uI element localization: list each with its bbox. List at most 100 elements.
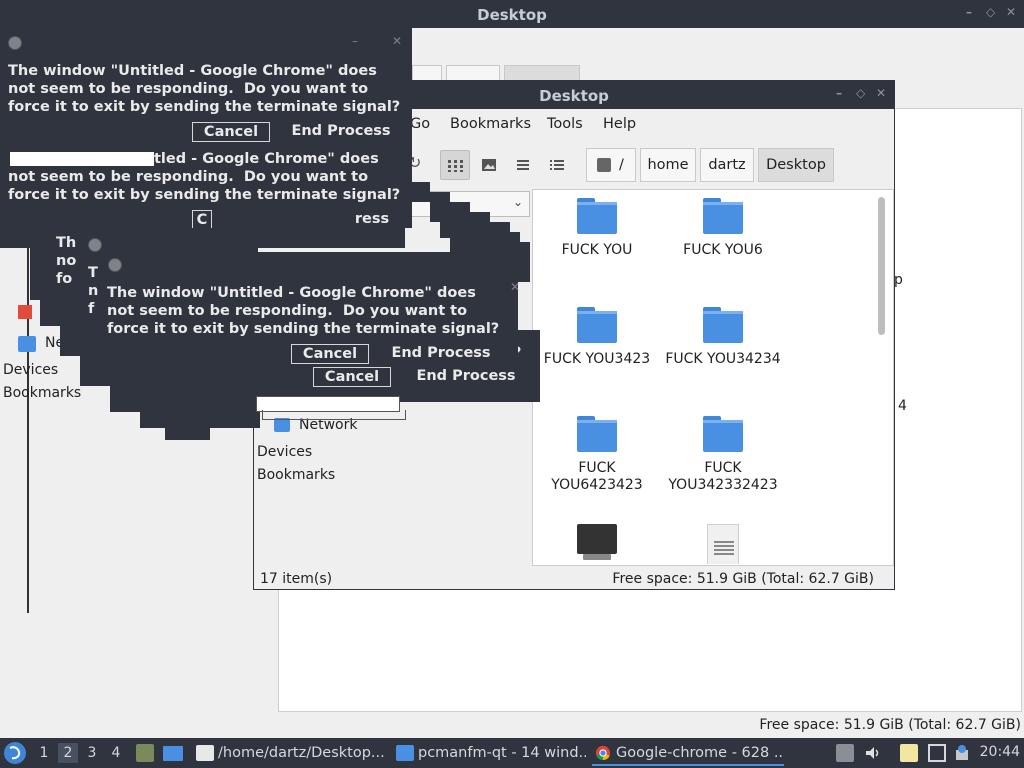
menu-help[interactable]: Help (603, 116, 636, 132)
file-item[interactable]: FUCK YOU342332423 (659, 416, 787, 494)
background-sidebar-bookmarks[interactable]: Bookmarks (3, 385, 81, 401)
menu-go[interactable]: Go (410, 116, 430, 132)
network-icon (18, 336, 36, 352)
scroll-up-icon[interactable] (836, 744, 854, 762)
chrome-icon (595, 745, 611, 761)
compact-view-button[interactable] (508, 150, 538, 180)
dialog-message-line: not seem to be responding. Do you want t… (8, 81, 369, 97)
path-home-button[interactable]: home (640, 148, 696, 182)
divider (27, 230, 29, 613)
end-process-button[interactable]: ress (350, 210, 394, 230)
volume-icon[interactable] (864, 744, 882, 762)
end-process-button[interactable]: End Process (407, 367, 525, 387)
file-item[interactable]: FUCK YOU3423 (533, 307, 661, 368)
dialog-message-fragment: T (88, 265, 98, 281)
cancel-button[interactable]: Cancel (192, 122, 270, 142)
monitor-icon (577, 524, 617, 562)
task-label: Google-chrome - 628 ... (616, 745, 784, 761)
background-sidebar-red-icon (18, 305, 32, 319)
close-icon[interactable]: ✕ (876, 86, 886, 100)
detailed-list-view-button[interactable] (542, 150, 572, 180)
cancel-button[interactable]: Cancel (291, 344, 369, 364)
file-item[interactable]: FUCK YOU6 (659, 198, 787, 259)
workspace-4[interactable]: 4 (106, 743, 126, 763)
file-item[interactable]: FUCK YOU6423423 (533, 416, 661, 494)
sidebar-item-devices[interactable]: Devices (257, 444, 312, 460)
menu-tools[interactable]: Tools (547, 116, 583, 132)
file-item[interactable]: FUCK YOU (533, 198, 661, 259)
file-manager-launcher[interactable] (136, 744, 154, 762)
task-label: /home/dartz/Desktop... (218, 745, 385, 761)
workspace-1[interactable]: 1 (34, 743, 54, 763)
background-window-titlebar[interactable]: Desktop – ◇ ✕ (0, 0, 1024, 28)
file-item[interactable]: FUCK YOU34234 (659, 307, 787, 368)
detailed-list-icon (550, 160, 564, 170)
close-icon[interactable]: ✕ (1006, 5, 1016, 19)
cancel-button[interactable]: C (192, 210, 212, 230)
clipboard-icon[interactable] (900, 744, 918, 762)
file-item[interactable] (533, 524, 661, 562)
close-icon[interactable]: ✕ (392, 34, 402, 48)
dialog-message-line: tled - Google Chrome" does (154, 151, 379, 167)
dialog-message-line: The window "Untitled - Google Chrome" do… (8, 63, 377, 79)
menu-bookmarks[interactable]: Bookmarks (450, 116, 531, 132)
dialog-message-line: The window "Untitled - Google Chrome" do… (107, 285, 476, 301)
end-process-button[interactable]: End Process (282, 122, 400, 142)
workspace-3[interactable]: 3 (82, 743, 102, 763)
item-count: 17 item(s) (260, 571, 333, 587)
redraw-artifact (10, 152, 154, 166)
stale-dialog-edge (140, 412, 260, 428)
grid-icon (448, 160, 463, 172)
folder-icon (703, 198, 743, 234)
end-process-button[interactable]: End Process (382, 344, 500, 364)
chevron-down-icon: ⌄ (512, 195, 523, 209)
file-item[interactable] (659, 524, 787, 564)
minimize-icon[interactable]: – (352, 34, 358, 48)
file-item-label: FUCK YOU3423 (543, 351, 651, 367)
dialog-message-fragment: n (88, 283, 99, 299)
app-menu-icon (9, 746, 21, 760)
task-text-editor[interactable]: /home/dartz/Desktop... (194, 740, 386, 766)
sidebar-item-bookmarks[interactable]: Bookmarks (257, 467, 335, 483)
taskbar: 1 2 3 4 /home/dartz/Desktop... pcmanfm-q… (0, 738, 1024, 768)
path-root-button[interactable]: / (586, 148, 636, 182)
task-google-chrome[interactable]: Google-chrome - 628 ... (592, 740, 784, 766)
file-item-label: FUCK YOU (561, 242, 633, 258)
minimize-icon[interactable]: – (966, 5, 972, 19)
background-fragment-text: p (894, 272, 903, 288)
stale-dialog-edge (410, 182, 430, 202)
cancel-button[interactable]: Cancel (313, 367, 391, 387)
folder-icon (703, 416, 743, 452)
maximize-icon[interactable]: ◇ (856, 86, 865, 100)
file-view[interactable]: FUCK YOU FUCK YOU6 FUCK YOU3423 FUCK YOU… (532, 189, 894, 566)
maximize-icon[interactable]: ◇ (986, 5, 995, 19)
task-label: pcmanfm-qt - 14 wind... (418, 745, 586, 761)
close-icon[interactable]: ✕ (510, 280, 520, 294)
dialog-message-fragment: no (56, 253, 77, 269)
clock[interactable]: 20:44 (980, 744, 1020, 760)
background-sidebar-devices[interactable]: Devices (3, 362, 58, 378)
folder-icon (703, 307, 743, 343)
task-file-manager[interactable]: pcmanfm-qt - 14 wind... (394, 740, 586, 766)
scrollbar[interactable] (876, 195, 888, 565)
dialog-message-line: not seem to be responding. Do you want t… (107, 303, 468, 319)
thumbnail-view-button[interactable] (474, 150, 504, 180)
file-item-label: FUCK YOU342332423 (668, 460, 778, 493)
folder-icon (396, 745, 414, 761)
show-desktop-launcher[interactable] (163, 746, 183, 761)
dialog-message-fragment: f (88, 301, 95, 317)
path-desktop-button[interactable]: Desktop (758, 148, 834, 182)
stale-dialog-edge (165, 428, 210, 440)
background-fragment-text: 4 (898, 398, 907, 414)
scrollbar-thumb[interactable] (878, 197, 885, 335)
minimize-icon[interactable]: – (836, 86, 842, 100)
path-root-label: / (619, 157, 624, 173)
network-icon (274, 418, 290, 432)
update-notifier-icon[interactable] (954, 744, 972, 762)
file-item-label: FUCK YOU34234 (665, 351, 781, 367)
start-menu-button[interactable] (4, 742, 26, 764)
workspace-2[interactable]: 2 (58, 743, 78, 763)
network-status-icon[interactable] (928, 744, 946, 762)
path-dartz-button[interactable]: dartz (700, 148, 754, 182)
icon-view-button[interactable] (440, 150, 470, 180)
